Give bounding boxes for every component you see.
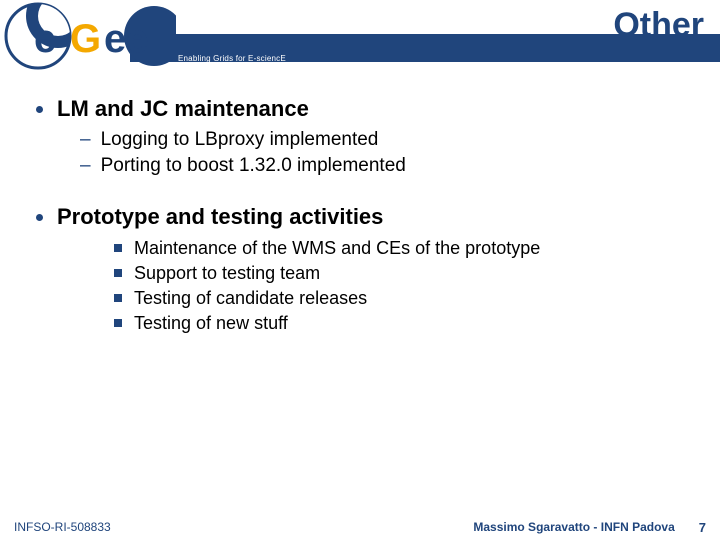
header-tagline: Enabling Grids for E-sciencE (178, 54, 286, 63)
square-bullet-icon (114, 294, 122, 302)
logo-letter-e: e (34, 17, 56, 61)
bullet-heading: LM and JC maintenance (57, 96, 309, 122)
square-item: Support to testing team (114, 261, 692, 286)
logo-letter-g: G (70, 17, 101, 61)
sub-list: – Logging to LBproxy implemented – Porti… (80, 128, 692, 178)
dash-icon: – (80, 154, 91, 178)
footer-right-text: Massimo Sgaravatto - INFN Padova (473, 520, 674, 534)
egee-logo: e G ee (4, 2, 176, 70)
bullet-dot-icon (36, 106, 43, 113)
square-bullet-icon (114, 269, 122, 277)
logo-letters-ee: ee (104, 17, 149, 61)
square-item: Testing of new stuff (114, 311, 692, 336)
sub-item-text: Porting to boost 1.32.0 implemented (101, 154, 406, 178)
square-item-text: Maintenance of the WMS and CEs of the pr… (134, 236, 540, 261)
page-number: 7 (699, 520, 706, 535)
sub-item-text: Logging to LBproxy implemented (101, 128, 379, 152)
slide-footer: INFSO-RI-508833 Massimo Sgaravatto - INF… (0, 514, 720, 540)
square-item-text: Testing of new stuff (134, 311, 288, 336)
slide-content: LM and JC maintenance – Logging to LBpro… (0, 72, 720, 336)
slide-header: e G ee Enabling Grids for E-sciencE Othe… (0, 0, 720, 72)
sub-item: – Logging to LBproxy implemented (80, 128, 692, 152)
bullet-dot-icon (36, 214, 43, 221)
square-bullet-icon (114, 319, 122, 327)
square-item: Maintenance of the WMS and CEs of the pr… (114, 236, 692, 261)
footer-left-text: INFSO-RI-508833 (14, 520, 111, 534)
slide-title: Other (613, 6, 704, 45)
square-list: Maintenance of the WMS and CEs of the pr… (114, 236, 692, 336)
dash-icon: – (80, 128, 91, 152)
square-item: Testing of candidate releases (114, 286, 692, 311)
square-bullet-icon (114, 244, 122, 252)
bullet-heading: Prototype and testing activities (57, 204, 383, 230)
bullet-item: LM and JC maintenance (36, 96, 692, 122)
square-item-text: Support to testing team (134, 261, 320, 286)
bullet-item: Prototype and testing activities (36, 204, 692, 230)
sub-item: – Porting to boost 1.32.0 implemented (80, 154, 692, 178)
square-item-text: Testing of candidate releases (134, 286, 367, 311)
